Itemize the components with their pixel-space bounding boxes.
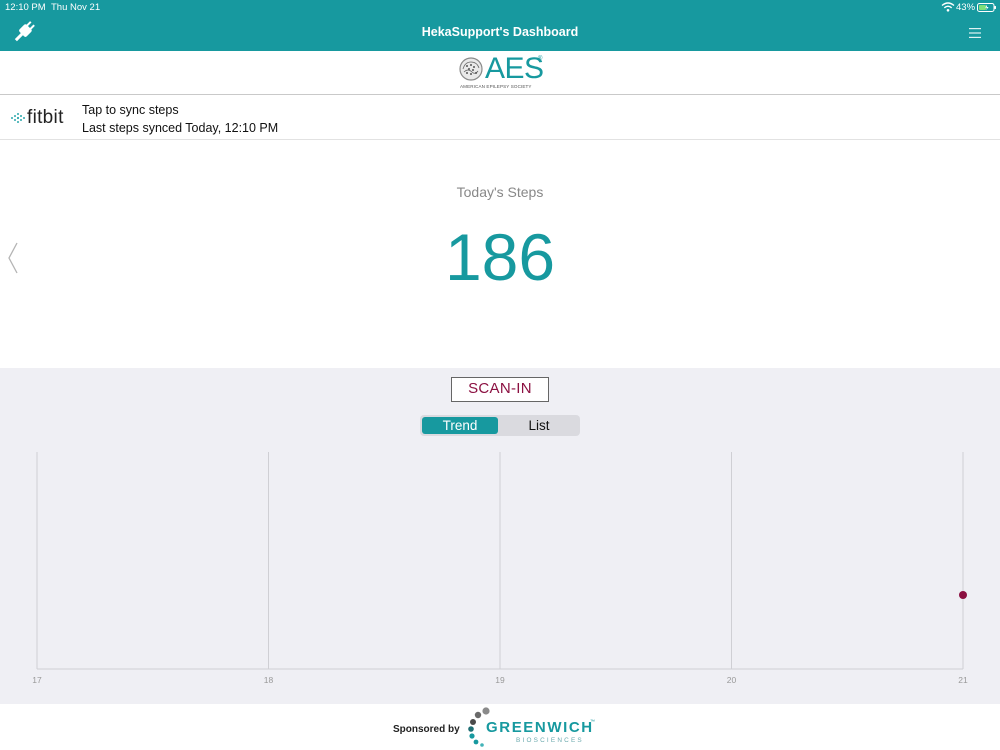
greenwich-trademark: ™ [590,719,595,725]
fitbit-wordmark: fitbit [27,107,64,128]
x-tick-label: 18 [264,675,274,685]
hamburger-menu-icon[interactable] [966,26,984,40]
status-time: 12:10 PM [5,2,46,13]
fitbit-dots-icon [11,113,25,123]
data-point[interactable] [959,591,967,599]
battery-percent: 43% [956,2,976,13]
aes-logo: AES ® AMERICAN EPILEPSY SOCIETY [459,52,549,93]
steps-count: 186 [444,220,556,294]
sponsored-by-label: Sponsored by [393,724,460,735]
greenwich-subtitle: BIOSCIENCES [516,737,584,744]
x-tick-label: 21 [958,675,968,685]
app-header: 12:10 PM Thu Nov 21 43% HekaSupport's Da… [0,0,1000,51]
sync-prompt[interactable]: Tap to sync steps [82,103,179,117]
battery-icon [977,3,996,12]
fitbit-logo: fitbit [10,107,76,130]
tab-trend[interactable]: Trend [422,417,498,434]
steps-label: Today's Steps [456,184,544,200]
chevron-left-icon[interactable] [4,240,22,276]
greenwich-logo: GREENWICH ™ BIOSCIENCES [466,707,596,747]
last-sync-status: Last steps synced Today, 12:10 PM [82,121,279,135]
greenwich-wordmark: GREENWICH [486,719,594,736]
aes-registered-mark: ® [538,56,543,62]
status-date: Thu Nov 21 [51,2,101,13]
x-tick-label: 19 [495,675,505,685]
scan-in-button[interactable]: SCAN-IN [451,377,549,402]
aes-wordmark: AES [485,52,544,85]
dashboard-title: HekaSupport's Dashboard [421,25,579,39]
wifi-icon [941,2,955,12]
steps-trend-chart: 17 18 19 20 21 [32,452,968,685]
tab-list[interactable]: List [500,417,578,434]
aes-subtitle: AMERICAN EPILEPSY SOCIETY [460,84,532,89]
brain-icon [459,57,483,81]
x-tick-label: 17 [32,675,42,685]
plug-icon[interactable] [11,19,37,45]
x-tick-label: 20 [727,675,737,685]
